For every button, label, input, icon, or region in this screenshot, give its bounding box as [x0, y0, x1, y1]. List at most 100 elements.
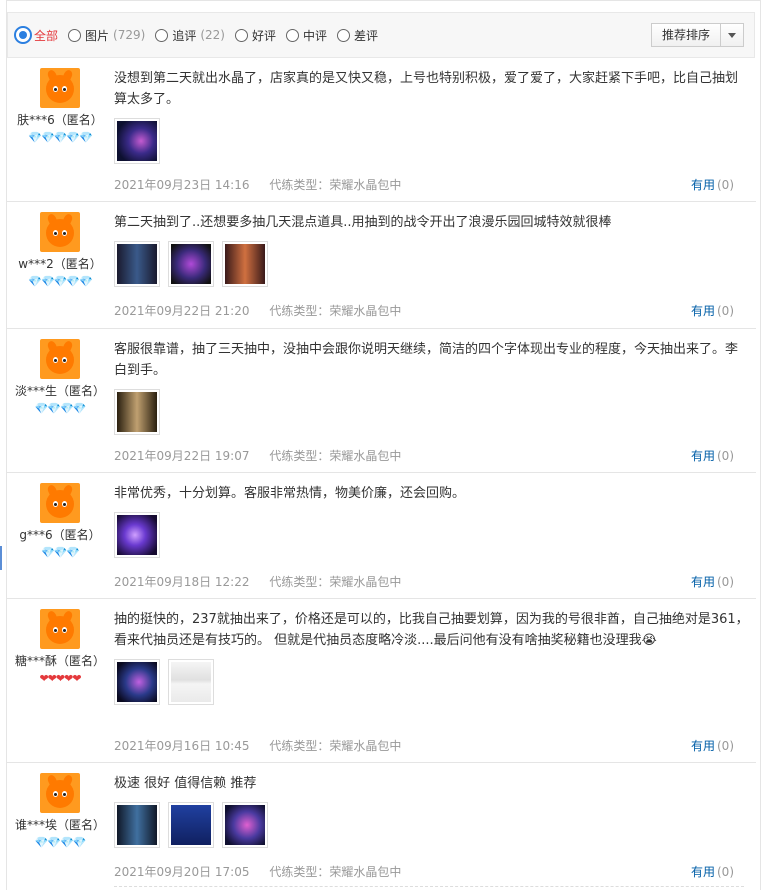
filter-label: 中评: [302, 28, 327, 43]
review-meta: 2021年09月22日 19:07 代练类型：荣耀水晶包中: [114, 447, 417, 464]
review-pictures: [114, 118, 750, 164]
reviewer-info: 淡***生（匿名） 💎💎💎💎: [6, 339, 114, 415]
reviewer-name: 淡***生（匿名）: [14, 384, 105, 398]
reviewer-info: 谁***埃（匿名） 💎💎💎💎: [6, 773, 114, 849]
filter-positive[interactable]: 好评: [234, 27, 276, 44]
useful-vote: 有用 (0): [691, 573, 734, 590]
useful-vote: 有用 (0): [691, 863, 734, 880]
review-content: 客服很靠谱，抽了三天抽中，没抽中会跟你说明天继续，简洁的四个字体现出专业的程度，…: [114, 339, 750, 435]
review-content: 没想到第二天就出水晶了，店家真的是又快又稳，上号也特别积极，爱了爱了，大家赶紧下…: [114, 68, 750, 164]
chevron-down-icon[interactable]: [721, 24, 743, 46]
review-content: 抽的挺快的，237就抽出来了，价格还是可以的，比我自己抽要划算，因为我的号很非酋…: [114, 609, 750, 705]
review-thumbnail[interactable]: [222, 241, 268, 287]
filter-followup[interactable]: 追评 (22): [155, 27, 225, 44]
review-meta: 2021年09月22日 21:20 代练类型：荣耀水晶包中: [114, 302, 417, 319]
member-level-icon: 💎💎💎💎💎: [28, 131, 92, 144]
review-thumbnail[interactable]: [114, 241, 160, 287]
filter-radio-group: 全部 图片 (729) 追评 (22) 好评 中评 差评: [14, 26, 388, 44]
filter-label: 追评: [172, 28, 197, 43]
review-item: g***6（匿名） 💎💎💎 非常优秀，十分划算。客服非常热情，物美价廉，还会回购…: [6, 473, 756, 599]
review-text: 客服很靠谱，抽了三天抽中，没抽中会跟你说明天继续，简洁的四个字体现出专业的程度，…: [114, 342, 739, 378]
reviewer-info: 肤***6（匿名） 💎💎💎💎💎: [6, 68, 114, 144]
reviewer-name: g***6（匿名）: [19, 528, 101, 542]
reviewer-info: w***2（匿名） 💎💎💎💎💎: [6, 212, 114, 288]
review-item: 淡***生（匿名） 💎💎💎💎 客服很靠谱，抽了三天抽中，没抽中会跟你说明天继续，…: [6, 329, 756, 473]
useful-count: (0): [717, 865, 734, 879]
review-type: 代练类型：荣耀水晶包中: [269, 449, 402, 463]
avatar: [40, 212, 80, 252]
filter-neutral[interactable]: 中评: [285, 27, 327, 44]
review-date: 2021年09月23日 14:16: [114, 178, 250, 192]
review-thumbnail[interactable]: [168, 802, 214, 848]
review-filter-bar: 全部 图片 (729) 追评 (22) 好评 中评 差评 推荐排序: [7, 12, 755, 58]
review-item: w***2（匿名） 💎💎💎💎💎 第二天抽到了..还想要多抽几天混点道具..用抽到…: [6, 202, 756, 329]
review-pictures: [114, 659, 750, 705]
filter-label: 全部: [34, 28, 59, 43]
reviewer-name: 谁***埃（匿名）: [14, 818, 105, 832]
avatar: [40, 483, 80, 523]
useful-count: (0): [717, 449, 734, 463]
useful-vote: 有用 (0): [691, 447, 734, 464]
radio-icon[interactable]: [155, 28, 169, 42]
useful-button[interactable]: 有用: [691, 449, 715, 463]
review-meta: 2021年09月16日 10:45 代练类型：荣耀水晶包中: [114, 737, 417, 754]
review-thumbnail[interactable]: [114, 389, 160, 435]
radio-icon[interactable]: [234, 28, 248, 42]
review-content: 非常优秀，十分划算。客服非常热情，物美价廉，还会回购。: [114, 483, 750, 558]
review-thumbnail[interactable]: [114, 512, 160, 558]
member-level-icon: 💎💎💎💎💎: [28, 275, 92, 288]
review-date: 2021年09月22日 21:20: [114, 304, 250, 318]
review-meta: 2021年09月18日 12:22 代练类型：荣耀水晶包中: [114, 573, 417, 590]
review-item: 肤***6（匿名） 💎💎💎💎💎 没想到第二天就出水晶了，店家真的是又快又稳，上号…: [6, 62, 756, 202]
radio-selected-icon[interactable]: [14, 26, 32, 44]
filter-label: 图片: [85, 28, 110, 43]
filter-count: (22): [200, 28, 225, 42]
review-pictures: [114, 802, 750, 848]
reviewer-info: g***6（匿名） 💎💎💎: [6, 483, 114, 559]
review-content: 极速 很好 值得信赖 推荐: [114, 773, 750, 848]
review-meta: 2021年09月23日 14:16 代练类型：荣耀水晶包中: [114, 176, 417, 193]
useful-button[interactable]: 有用: [691, 865, 715, 879]
review-thumbnail[interactable]: [114, 802, 160, 848]
useful-button[interactable]: 有用: [691, 739, 715, 753]
sort-label: 推荐排序: [652, 24, 721, 46]
review-thumbnail[interactable]: [222, 802, 268, 848]
useful-button[interactable]: 有用: [691, 304, 715, 318]
filter-negative[interactable]: 差评: [337, 27, 378, 44]
radio-icon[interactable]: [337, 28, 350, 42]
filter-label: 好评: [251, 28, 276, 43]
review-text: 没想到第二天就出水晶了，店家真的是又快又稳，上号也特别积极，爱了爱了，大家赶紧下…: [114, 71, 739, 107]
reviewer-name: w***2（匿名）: [18, 257, 102, 271]
member-level-icon: ❤❤❤❤❤: [39, 672, 81, 685]
review-text: 非常优秀，十分划算。客服非常热情，物美价廉，还会回购。: [114, 486, 466, 501]
radio-icon[interactable]: [285, 28, 299, 42]
avatar: [40, 773, 80, 813]
review-content: 第二天抽到了..还想要多抽几天混点道具..用抽到的战令开出了浪漫乐园回城特效就很…: [114, 212, 750, 287]
review-item: 谁***埃（匿名） 💎💎💎💎 极速 很好 值得信赖 推荐 2021年09月20日…: [6, 763, 756, 890]
member-level-icon: 💎💎💎: [40, 546, 80, 559]
radio-icon[interactable]: [68, 28, 82, 42]
avatar: [40, 609, 80, 649]
review-meta: 2021年09月20日 17:05 代练类型：荣耀水晶包中: [114, 863, 417, 880]
filter-pictures[interactable]: 图片 (729): [68, 27, 145, 44]
review-text: 第二天抽到了..还想要多抽几天混点道具..用抽到的战令开出了浪漫乐园回城特效就很…: [114, 215, 612, 230]
useful-button[interactable]: 有用: [691, 178, 715, 192]
review-thumbnail[interactable]: [114, 659, 160, 705]
review-date: 2021年09月18日 12:22: [114, 575, 250, 589]
filter-all[interactable]: 全部: [14, 26, 58, 44]
useful-button[interactable]: 有用: [691, 575, 715, 589]
useful-vote: 有用 (0): [691, 737, 734, 754]
filter-label: 差评: [354, 28, 379, 43]
review-text: 抽的挺快的，237就抽出来了，价格还是可以的，比我自己抽要划算，因为我的号很非酋…: [114, 612, 749, 648]
useful-count: (0): [717, 178, 734, 192]
review-thumbnail[interactable]: [168, 659, 214, 705]
avatar: [40, 68, 80, 108]
scroll-indicator: [0, 546, 2, 570]
useful-vote: 有用 (0): [691, 302, 734, 319]
review-pictures: [114, 389, 750, 435]
review-thumbnail[interactable]: [168, 241, 214, 287]
member-level-icon: 💎💎💎💎: [34, 402, 87, 415]
review-thumbnail[interactable]: [114, 118, 160, 164]
filter-count: (729): [113, 28, 146, 42]
sort-dropdown[interactable]: 推荐排序: [650, 23, 744, 47]
